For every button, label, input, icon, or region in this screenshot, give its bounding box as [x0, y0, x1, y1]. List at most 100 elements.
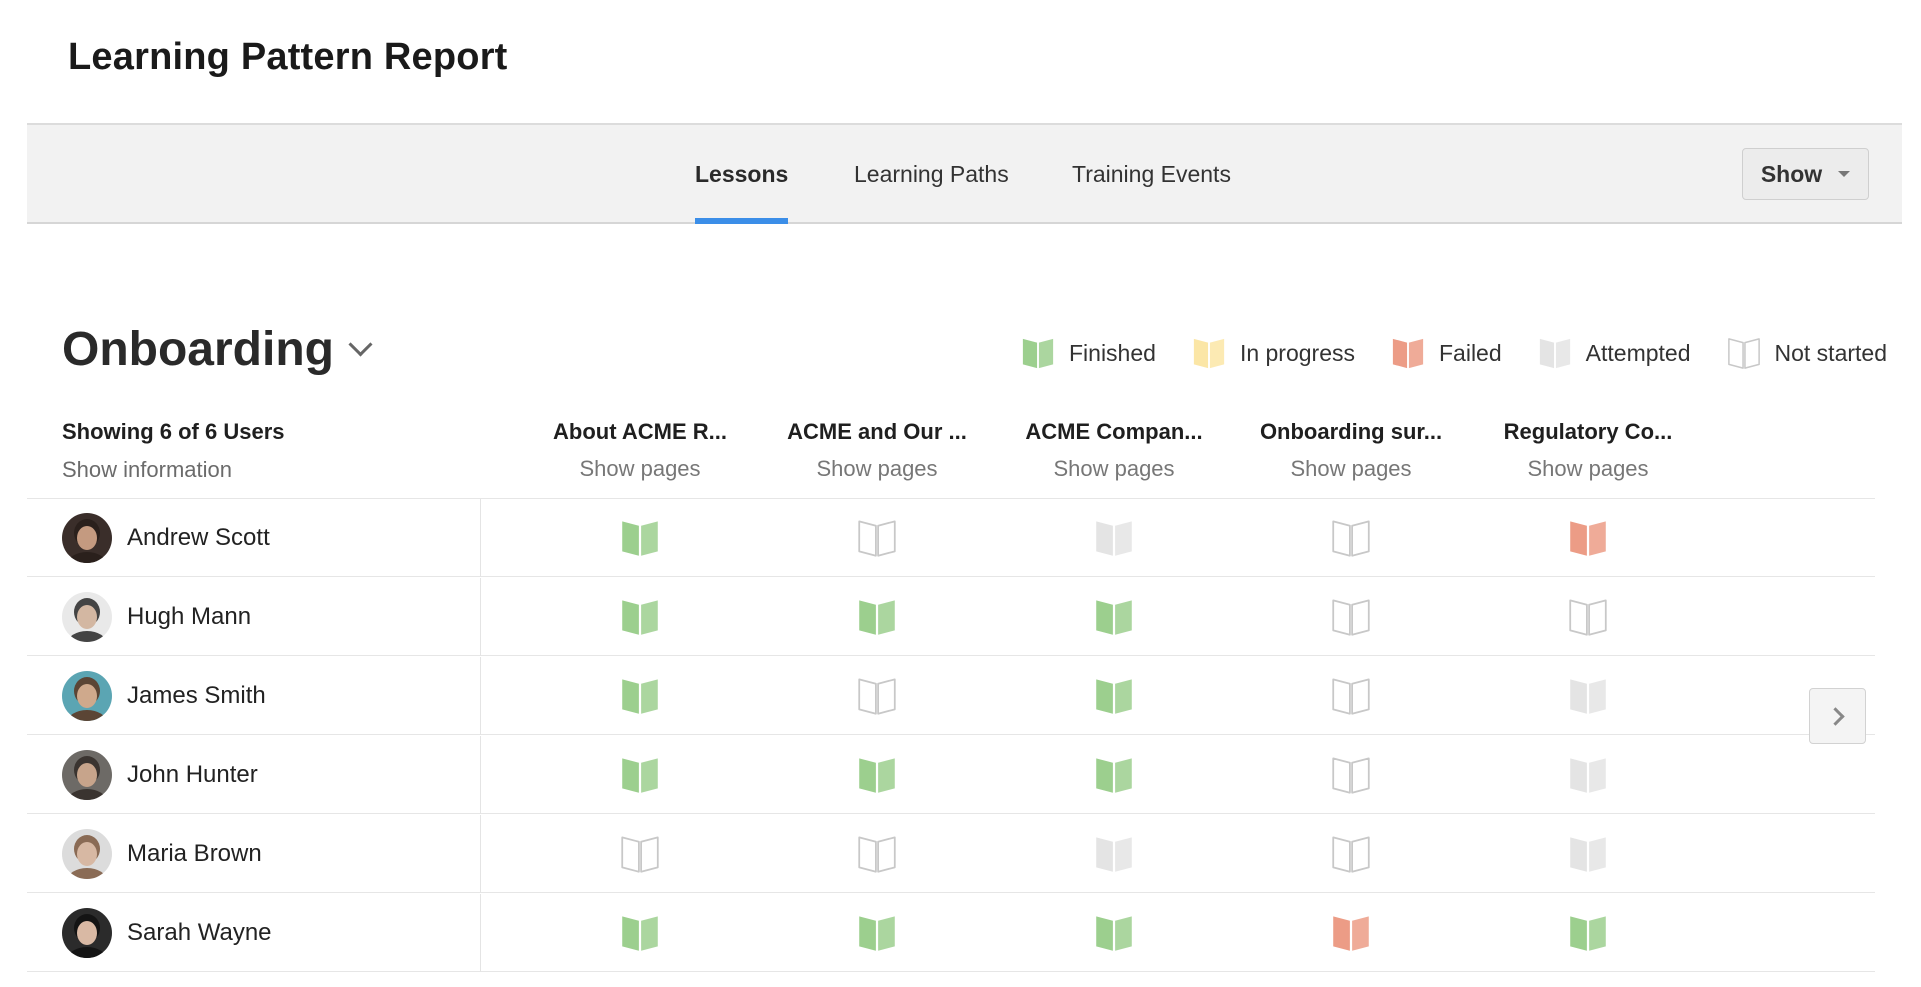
- avatar: [62, 750, 112, 800]
- lesson-status-cell[interactable]: [590, 815, 690, 893]
- user-name: James Smith: [127, 682, 266, 709]
- book-icon: [1568, 913, 1608, 953]
- section-selector[interactable]: Onboarding: [62, 322, 373, 377]
- column-header: ACME and Our ... Show pages: [767, 419, 987, 482]
- status-legend: Finished In progress Failed Attempted Not st…: [985, 336, 1887, 370]
- lesson-status-cell[interactable]: [1538, 815, 1638, 893]
- book-icon: [857, 755, 897, 795]
- table-row: James Smith: [27, 657, 1875, 735]
- lesson-status-cell[interactable]: [1538, 657, 1638, 735]
- show-button[interactable]: Show: [1742, 148, 1869, 200]
- book-icon: [1331, 597, 1371, 637]
- lesson-status-cell[interactable]: [1064, 736, 1164, 814]
- legend-label: Attempted: [1585, 339, 1691, 366]
- legend-item-failed: Failed: [1391, 336, 1502, 370]
- lesson-status-cell[interactable]: [590, 578, 690, 656]
- lesson-status-cell[interactable]: [590, 894, 690, 972]
- tab-training-events-label: Training Events: [1072, 161, 1231, 187]
- column-header: Regulatory Co... Show pages: [1478, 419, 1698, 482]
- book-icon: [1727, 336, 1761, 370]
- caret-down-icon: [1838, 171, 1851, 177]
- user-cell[interactable]: Andrew Scott: [27, 499, 481, 577]
- lesson-status-cell[interactable]: [1301, 736, 1401, 814]
- show-pages-link[interactable]: Show pages: [816, 456, 937, 482]
- lesson-status-cell[interactable]: [1301, 499, 1401, 577]
- users-count: Showing 6 of 6 Users: [62, 419, 285, 444]
- show-pages-link[interactable]: Show pages: [1290, 456, 1411, 482]
- chevron-right-icon: [1825, 706, 1845, 726]
- show-information-link[interactable]: Show information: [62, 457, 232, 483]
- lesson-status-cell[interactable]: [827, 499, 927, 577]
- book-icon: [1331, 834, 1371, 874]
- lesson-status-cell[interactable]: [1538, 578, 1638, 656]
- lesson-status-cell[interactable]: [1301, 657, 1401, 735]
- lesson-status-cell[interactable]: [1301, 578, 1401, 656]
- lesson-status-cell[interactable]: [1538, 499, 1638, 577]
- avatar: [62, 513, 112, 563]
- book-icon: [1568, 676, 1608, 716]
- legend-label: Failed: [1439, 339, 1502, 366]
- tab-learning-paths[interactable]: Learning Paths: [854, 125, 1009, 224]
- user-cell[interactable]: Maria Brown: [27, 815, 481, 893]
- lesson-status-cell[interactable]: [1064, 499, 1164, 577]
- book-icon: [1021, 336, 1055, 370]
- user-cell[interactable]: Hugh Mann: [27, 578, 481, 656]
- book-icon: [1568, 518, 1608, 558]
- lesson-status-cell[interactable]: [590, 736, 690, 814]
- column-title: ACME Compan...: [1025, 419, 1203, 444]
- tab-learning-paths-label: Learning Paths: [854, 161, 1009, 187]
- book-icon: [1331, 913, 1371, 953]
- legend-item-not-started: Not started: [1727, 336, 1888, 370]
- lesson-status-cell[interactable]: [1538, 736, 1638, 814]
- table-row: Maria Brown: [27, 815, 1875, 893]
- lesson-status-cell[interactable]: [590, 657, 690, 735]
- chevron-down-icon: [348, 332, 373, 357]
- book-icon: [857, 518, 897, 558]
- user-name: Sarah Wayne: [127, 919, 272, 946]
- avatar: [62, 829, 112, 879]
- book-icon: [1568, 834, 1608, 874]
- lesson-status-cell[interactable]: [1064, 815, 1164, 893]
- table-row: Andrew Scott: [27, 499, 1875, 577]
- legend-label: Not started: [1774, 339, 1888, 366]
- book-icon: [1538, 336, 1572, 370]
- book-icon: [1568, 755, 1608, 795]
- next-columns-button[interactable]: [1809, 688, 1866, 744]
- book-icon: [1094, 913, 1134, 953]
- user-cell[interactable]: James Smith: [27, 657, 481, 735]
- book-icon: [620, 834, 660, 874]
- column-header: ACME Compan... Show pages: [1004, 419, 1224, 482]
- lesson-status-cell[interactable]: [827, 815, 927, 893]
- legend-label: Finished: [1069, 339, 1156, 366]
- lesson-status-cell[interactable]: [827, 736, 927, 814]
- user-name: John Hunter: [127, 761, 258, 788]
- tab-lessons-label: Lessons: [695, 161, 789, 187]
- avatar: [62, 592, 112, 642]
- book-icon: [620, 676, 660, 716]
- section-title: Onboarding: [62, 323, 334, 376]
- column-header: About ACME R... Show pages: [530, 419, 750, 482]
- book-icon: [1094, 755, 1134, 795]
- lesson-status-cell[interactable]: [1301, 894, 1401, 972]
- lesson-status-cell[interactable]: [590, 499, 690, 577]
- user-cell[interactable]: John Hunter: [27, 736, 481, 814]
- lesson-status-cell[interactable]: [827, 578, 927, 656]
- show-pages-link[interactable]: Show pages: [579, 456, 700, 482]
- lesson-status-cell[interactable]: [1064, 894, 1164, 972]
- user-cell[interactable]: Sarah Wayne: [27, 894, 481, 972]
- tab-lessons[interactable]: Lessons: [695, 125, 789, 224]
- legend-label: In progress: [1239, 339, 1355, 366]
- column-title: Regulatory Co...: [1503, 419, 1673, 444]
- book-icon: [857, 913, 897, 953]
- lesson-status-cell[interactable]: [1064, 657, 1164, 735]
- tab-bar: Lessons Learning Paths Training Events S…: [27, 123, 1902, 224]
- lesson-status-cell[interactable]: [1301, 815, 1401, 893]
- lesson-status-cell[interactable]: [1538, 894, 1638, 972]
- book-icon: [857, 676, 897, 716]
- tab-training-events[interactable]: Training Events: [1072, 125, 1231, 224]
- lesson-status-cell[interactable]: [1064, 578, 1164, 656]
- show-pages-link[interactable]: Show pages: [1053, 456, 1174, 482]
- lesson-status-cell[interactable]: [827, 894, 927, 972]
- lesson-status-cell[interactable]: [827, 657, 927, 735]
- show-pages-link[interactable]: Show pages: [1527, 456, 1648, 482]
